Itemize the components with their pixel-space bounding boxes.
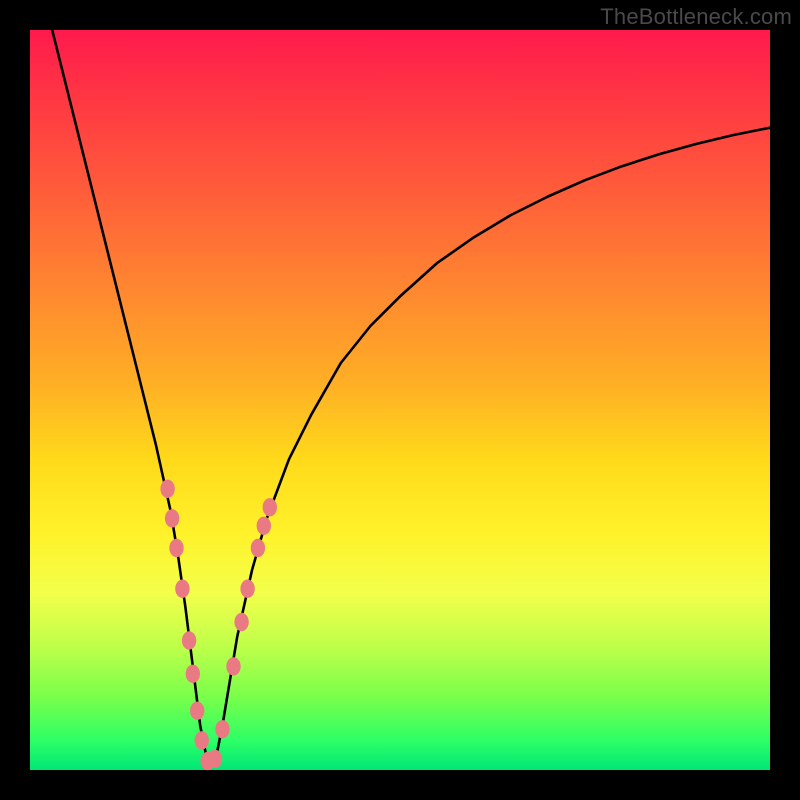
curve-bead [257, 517, 271, 535]
curve-bead [215, 720, 229, 738]
curve-bead [175, 580, 189, 598]
curve-bead [240, 580, 254, 598]
curve-bead [208, 750, 222, 768]
chart-svg [30, 30, 770, 770]
curve-bead [251, 539, 265, 557]
curve-bead [186, 665, 200, 683]
curve-bead [226, 657, 240, 675]
curve-bead [165, 509, 179, 527]
curve-bead [169, 539, 183, 557]
watermark-text: TheBottleneck.com [600, 4, 792, 30]
curve-bead [263, 498, 277, 516]
curve-beads-group [160, 480, 277, 771]
curve-bead [182, 631, 196, 649]
curve-bead [190, 702, 204, 720]
curve-bead [160, 480, 174, 498]
curve-bead [234, 613, 248, 631]
chart-frame: TheBottleneck.com [0, 0, 800, 800]
curve-bead [195, 731, 209, 749]
chart-plot-area [30, 30, 770, 770]
bottleneck-curve [52, 30, 770, 763]
